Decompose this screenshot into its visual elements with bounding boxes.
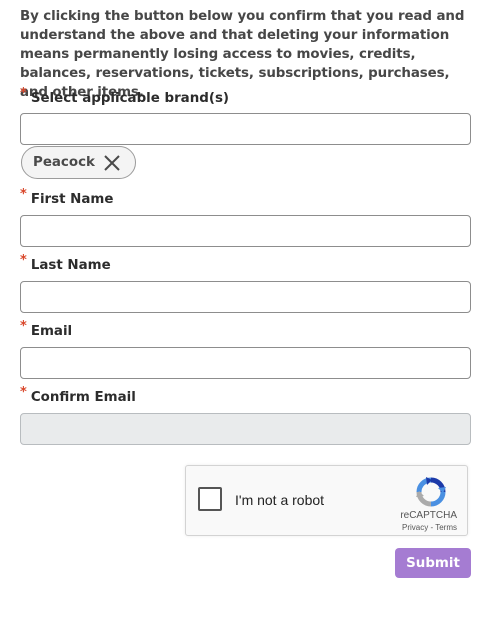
brand-label-text: Select applicable brand(s) [30, 91, 230, 106]
required-marker: * [20, 253, 27, 268]
recaptcha-brand-label: reCAPTCHA [400, 510, 457, 521]
brand-chip-label: Peacock [33, 155, 95, 170]
confirm-email-field [20, 413, 471, 445]
required-marker: * [20, 86, 27, 101]
recaptcha-privacy-link[interactable]: Privacy [402, 523, 428, 532]
required-marker: * [20, 187, 27, 202]
last-name-label-text: Last Name [30, 258, 111, 273]
brand-label: * Select applicable brand(s) [20, 86, 230, 106]
recaptcha-terms: Privacy - Terms [402, 523, 457, 532]
confirm-email-input [21, 414, 470, 444]
first-name-input[interactable] [21, 216, 470, 246]
email-label: * Email [20, 319, 73, 339]
first-name-label: * First Name [20, 187, 114, 207]
recaptcha-checkbox[interactable] [198, 487, 222, 511]
email-field[interactable] [20, 347, 471, 379]
brand-select-input[interactable] [21, 114, 470, 144]
last-name-field[interactable] [20, 281, 471, 313]
last-name-label: * Last Name [20, 253, 111, 273]
email-input[interactable] [21, 348, 470, 378]
brand-chip: Peacock [21, 146, 136, 179]
recaptcha-checkbox-label: I'm not a robot [235, 492, 325, 508]
submit-button[interactable]: Submit [395, 548, 471, 578]
last-name-input[interactable] [21, 282, 470, 312]
first-name-label-text: First Name [30, 192, 114, 207]
consent-text: By clicking the button below you confirm… [20, 9, 465, 100]
brand-select[interactable] [20, 113, 471, 145]
email-label-text: Email [30, 324, 73, 339]
deletion-form: By clicking the button below you confirm… [20, 0, 471, 445]
required-marker: * [20, 385, 27, 400]
first-name-field[interactable] [20, 215, 471, 247]
recaptcha-widget: I'm not a robot reCAPTCHA Privacy - Term… [185, 465, 468, 536]
confirm-email-label: * Confirm Email [20, 385, 136, 405]
required-marker: * [20, 319, 27, 334]
recaptcha-terms-link[interactable]: Terms [435, 523, 457, 532]
confirm-email-label-text: Confirm Email [30, 390, 136, 405]
recaptcha-logo-icon [416, 477, 446, 507]
remove-chip-icon[interactable] [103, 154, 121, 172]
